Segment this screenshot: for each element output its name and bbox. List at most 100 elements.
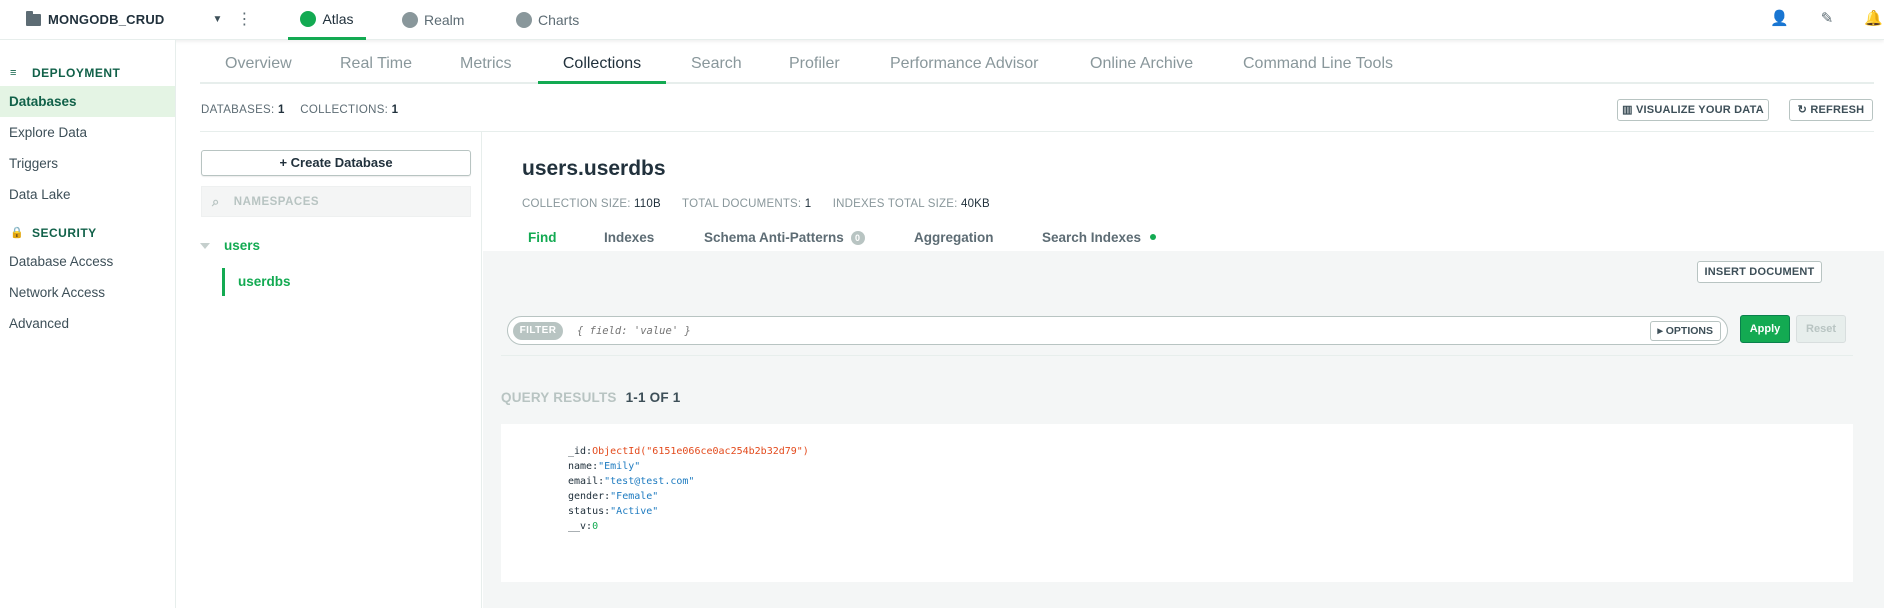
apply-button[interactable]: Apply — [1740, 315, 1790, 343]
tab-online-archive[interactable]: Online Archive — [1090, 44, 1193, 84]
tab-schema-anti-patterns[interactable]: Schema Anti-Patterns 0 — [704, 230, 865, 245]
more-vertical-icon[interactable]: ⋮ — [236, 11, 252, 28]
folder-icon — [26, 10, 41, 26]
document-card[interactable]: _id:ObjectId("6151e066ce0ac254b2b32d79")… — [501, 424, 1853, 582]
refresh-button[interactable]: ↻ REFRESH — [1789, 99, 1873, 121]
tab-indexes[interactable]: Indexes — [604, 230, 654, 245]
sidebar-section-deployment: ≡ DEPLOYMENT — [0, 60, 175, 86]
database-node-users[interactable]: users — [200, 238, 260, 253]
add-user-icon[interactable]: 👤 — [1770, 10, 1789, 28]
count-badge: 0 — [850, 231, 865, 245]
document-field: name:"Emily" — [568, 459, 809, 474]
query-results-heading: QUERY RESULTS 1-1 OF 1 — [501, 390, 680, 405]
collections-count-label: COLLECTIONS: — [300, 104, 389, 116]
document-field: _id:ObjectId("6151e066ce0ac254b2b32d79") — [568, 444, 809, 459]
tab-label: Search Indexes — [1042, 230, 1142, 245]
sidebar: ≡ DEPLOYMENT Databases Explore Data Trig… — [0, 40, 176, 608]
divider — [501, 355, 1853, 356]
section-label: SECURITY — [32, 226, 97, 240]
sidebar-item-database-access[interactable]: Database Access — [0, 246, 175, 277]
tab-find[interactable]: Find — [528, 230, 557, 245]
realm-icon — [402, 12, 418, 28]
atlas-icon — [300, 10, 317, 27]
caret-down-icon[interactable]: ▼ — [213, 14, 223, 25]
bar-chart-icon: ▥ — [1622, 104, 1633, 116]
filter-input[interactable] — [577, 324, 1650, 337]
charts-icon — [516, 12, 532, 28]
filter-bar: FILTER ▸ OPTIONS — [507, 316, 1728, 345]
tab-search-indexes[interactable]: Search Indexes — [1042, 230, 1156, 245]
create-database-label: Create Database — [290, 155, 393, 170]
tab-profiler[interactable]: Profiler — [789, 44, 840, 84]
sidebar-item-databases[interactable]: Databases — [0, 86, 175, 117]
sidebar-item-network-access[interactable]: Network Access — [0, 277, 175, 308]
app-tab-atlas[interactable]: Atlas — [288, 0, 366, 40]
indexes-size-value: 40KB — [960, 198, 990, 210]
tab-overview[interactable]: Overview — [225, 44, 292, 84]
field-key: __v: — [568, 521, 593, 532]
project-selector[interactable]: MONGODB_CRUD — [26, 10, 165, 27]
visualize-data-button[interactable]: ▥ VISUALIZE YOUR DATA — [1617, 99, 1769, 121]
search-icon: ⌕ — [212, 193, 220, 209]
sidebar-section-security: 🔒 SECURITY — [0, 220, 175, 246]
database-name: users — [224, 238, 261, 253]
tab-collections[interactable]: Collections — [538, 44, 666, 84]
database-stack-icon: ≡ — [10, 67, 17, 79]
database-panel: + Create Database ⌕ NAMESPACES users use… — [176, 132, 482, 608]
app-tab-label: Charts — [538, 12, 580, 28]
indexes-size-label: INDEXES TOTAL SIZE: — [832, 198, 958, 210]
bell-icon[interactable]: 🔔 — [1864, 10, 1883, 28]
field-value: "test@test.com" — [604, 476, 695, 487]
databases-count-label: DATABASES: — [201, 104, 275, 116]
field-value: "Female" — [610, 491, 659, 502]
document-fields: _id:ObjectId("6151e066ce0ac254b2b32d79")… — [568, 444, 809, 534]
sidebar-item-data-lake[interactable]: Data Lake — [0, 179, 175, 210]
collection-size-value: 110B — [634, 198, 661, 210]
lock-icon: 🔒 — [10, 227, 25, 239]
options-label: OPTIONS — [1665, 324, 1713, 337]
field-key: gender: — [568, 491, 611, 502]
tab-performance-advisor[interactable]: Performance Advisor — [890, 44, 1039, 84]
tab-metrics[interactable]: Metrics — [460, 44, 512, 84]
collection-node-userdbs[interactable]: userdbs — [222, 268, 291, 296]
insert-document-button[interactable]: INSERT DOCUMENT — [1697, 261, 1822, 283]
cluster-tabs: Overview Real Time Metrics Collections S… — [200, 44, 1874, 84]
refresh-icon: ↻ — [1797, 104, 1808, 116]
field-value: 0 — [592, 521, 599, 532]
app-tab-realm[interactable]: Realm — [402, 0, 464, 40]
collection-size-label: COLLECTION SIZE: — [522, 198, 631, 210]
namespace-placeholder: NAMESPACES — [233, 195, 320, 208]
field-key: _id: — [568, 446, 593, 457]
section-label: DEPLOYMENT — [32, 66, 121, 80]
collection-stats: COLLECTION SIZE: 110B TOTAL DOCUMENTS: 1… — [522, 198, 1008, 210]
sidebar-item-explore-data[interactable]: Explore Data — [0, 117, 175, 148]
visualize-label: VISUALIZE YOUR DATA — [1635, 104, 1764, 116]
tab-label: Schema Anti-Patterns — [704, 230, 844, 245]
tab-search[interactable]: Search — [691, 44, 742, 84]
activity-feed-icon[interactable]: ✎ — [1818, 10, 1836, 28]
top-bar: MONGODB_CRUD ▼ ⋮ Atlas Realm Charts 👤 ✎ … — [0, 0, 1884, 40]
options-button[interactable]: ▸ OPTIONS — [1649, 320, 1721, 341]
caret-down-icon[interactable] — [200, 242, 210, 249]
tab-real-time[interactable]: Real Time — [340, 44, 412, 84]
document-field: email:"test@test.com" — [568, 474, 809, 489]
tab-command-line-tools[interactable]: Command Line Tools — [1243, 44, 1393, 84]
project-name: MONGODB_CRUD — [48, 12, 165, 27]
app-tab-charts[interactable]: Charts — [516, 0, 579, 40]
caret-right-icon: ▸ — [1657, 324, 1663, 337]
tab-aggregation[interactable]: Aggregation — [914, 230, 994, 245]
databases-count-value: 1 — [278, 104, 285, 116]
sidebar-item-advanced[interactable]: Advanced — [0, 308, 175, 339]
plus-icon: + — [279, 155, 288, 170]
namespace-search[interactable]: ⌕ NAMESPACES — [201, 186, 471, 217]
query-results-range: 1-1 OF 1 — [625, 390, 681, 405]
sidebar-item-triggers[interactable]: Triggers — [0, 148, 175, 179]
app-tab-label: Realm — [424, 12, 465, 28]
create-database-button[interactable]: + Create Database — [201, 150, 471, 176]
query-area: INSERT DOCUMENT FILTER ▸ OPTIONS Apply R… — [483, 251, 1884, 608]
reset-button[interactable]: Reset — [1796, 315, 1846, 343]
status-dot-icon — [1149, 234, 1156, 240]
app-tab-label: Atlas — [322, 10, 354, 27]
document-field: gender:"Female" — [568, 489, 809, 504]
total-documents-label: TOTAL DOCUMENTS: — [682, 198, 802, 210]
